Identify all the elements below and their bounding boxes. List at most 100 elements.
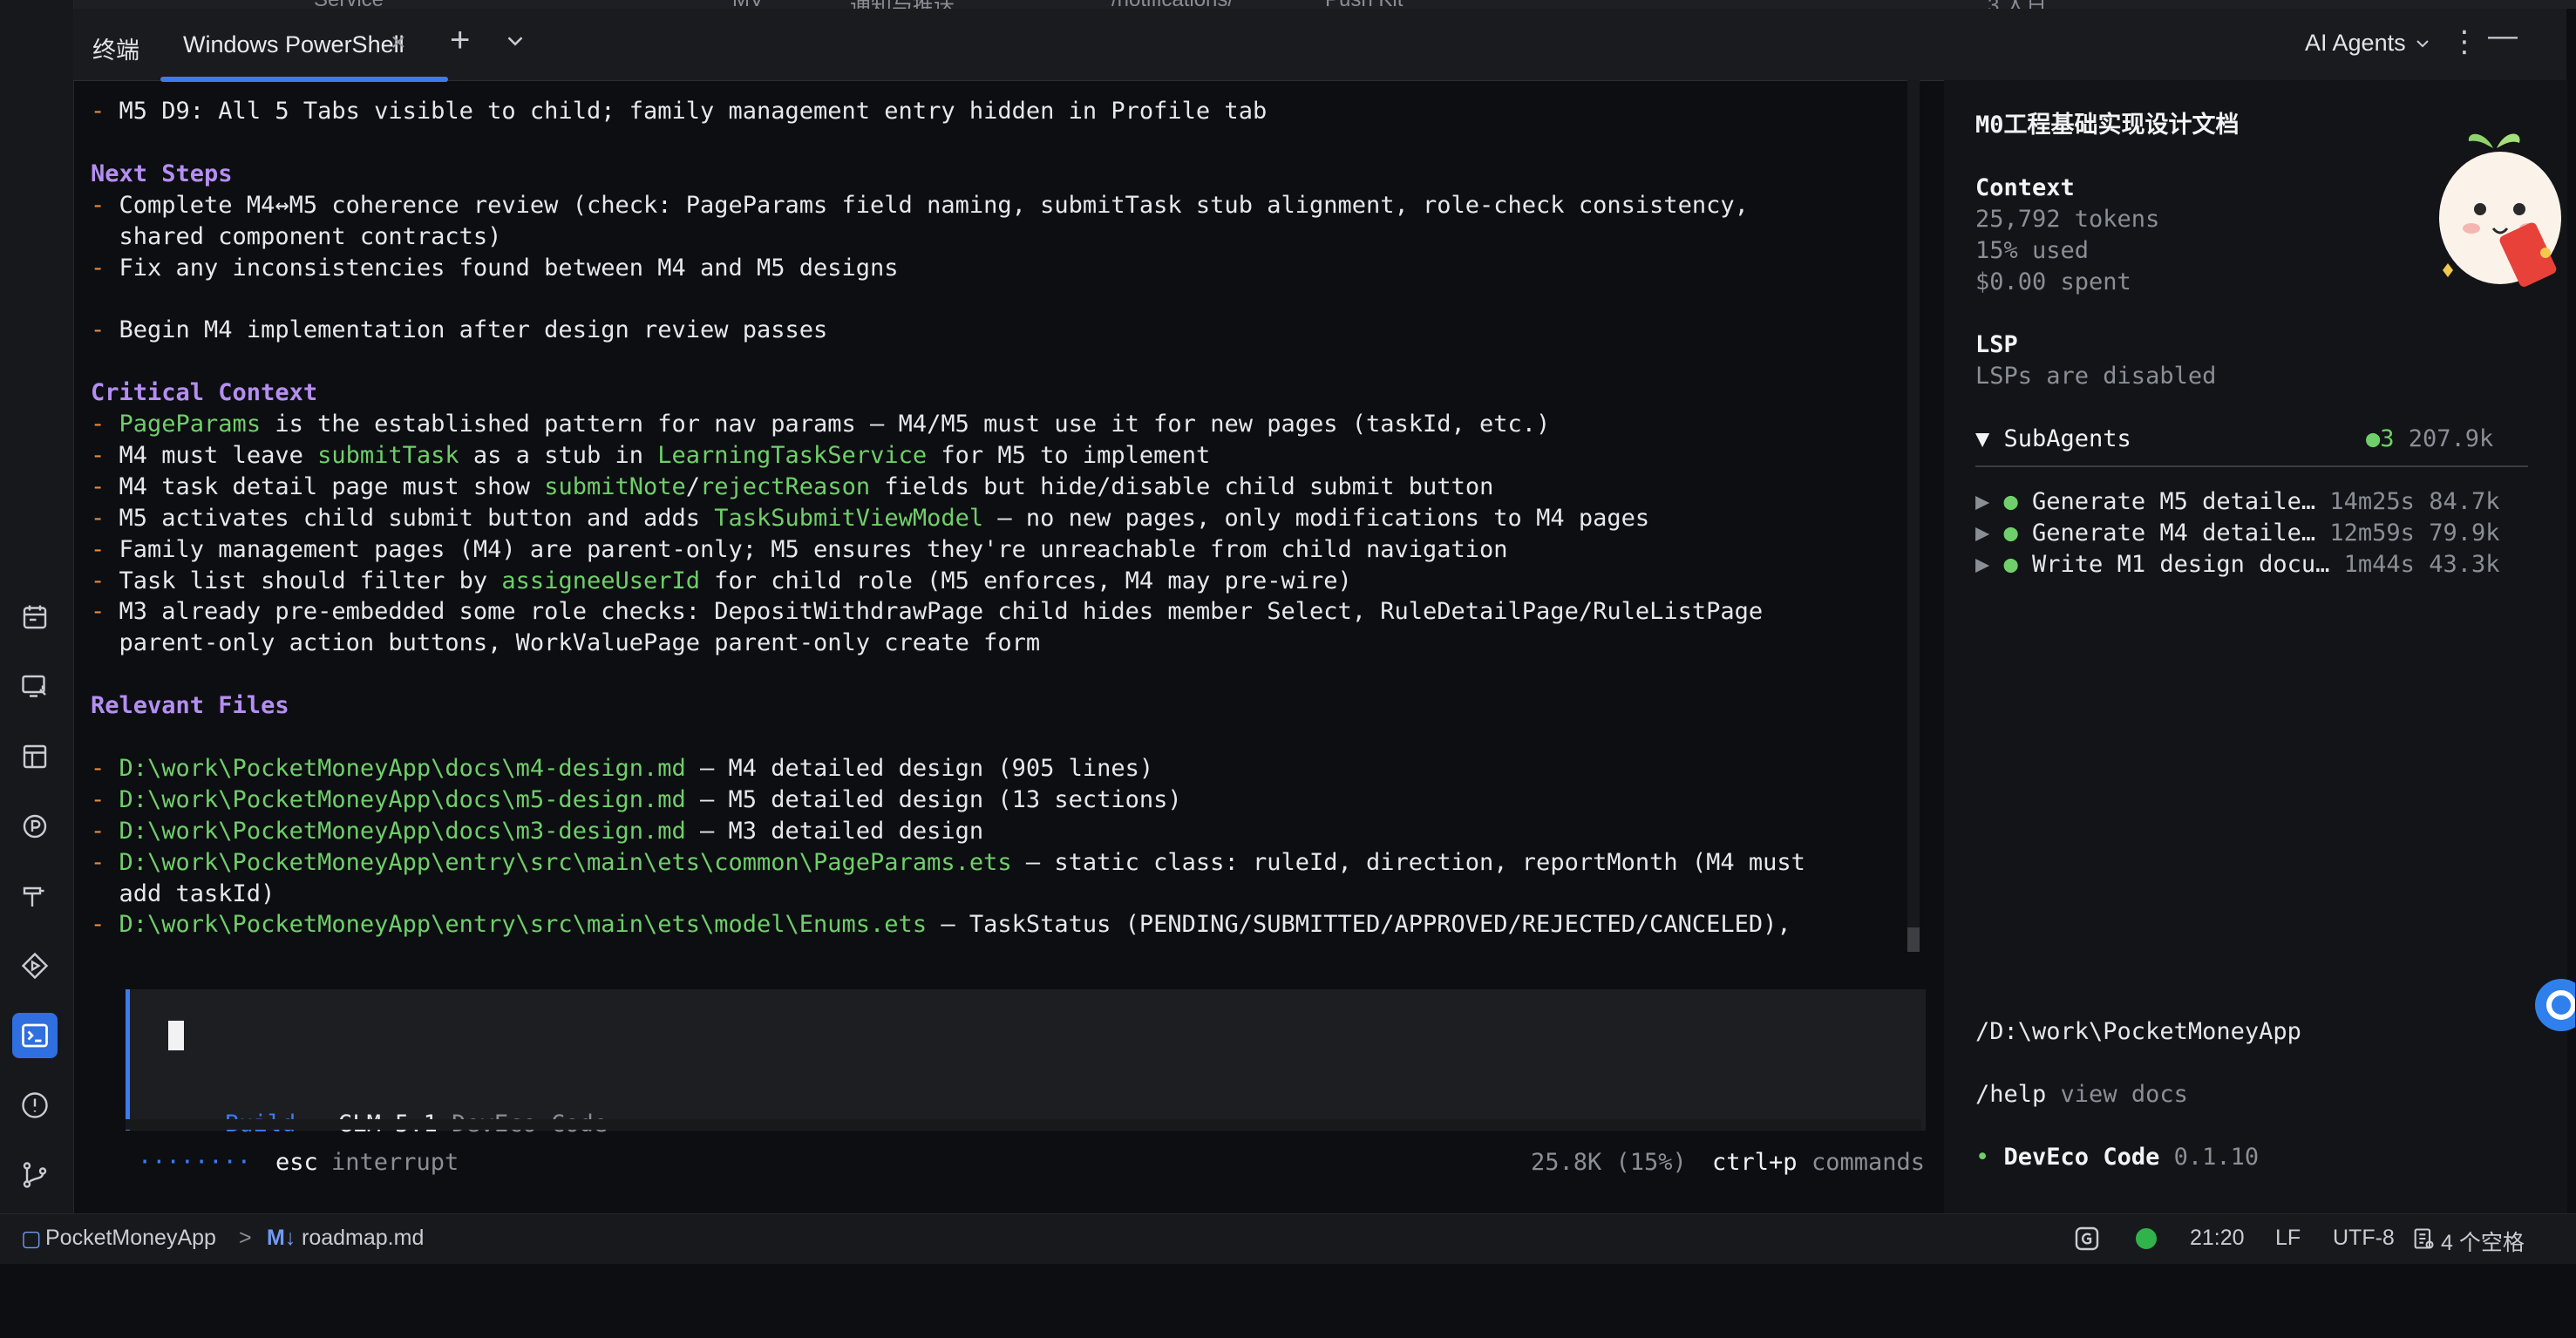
cursor-position[interactable]: 21:20 [2190,1226,2245,1251]
lsp-heading: LSP [1975,331,2018,358]
project-breadcrumb[interactable]: PocketMoneyApp [45,1226,216,1251]
working-directory: /D:\work\PocketMoneyApp [1975,1018,2301,1045]
calendar-icon[interactable] [12,594,58,640]
terminal-line: - M5 D9: All 5 Tabs visible to child; fa… [91,98,1268,125]
close-icon[interactable]: × [391,28,406,58]
subagents-toggle[interactable]: ▼ SubAgents [1975,424,2131,455]
context-tokens: 25,792 tokens [1975,206,2160,233]
terminal-line: parent-only action buttons, WorkValuePag… [91,629,1041,657]
subagent-name: Generate M5 detaile… [2032,488,2330,515]
app-version: 0.1.10 [2173,1144,2260,1171]
subagent-stats: 12m59s 79.9k [2329,520,2500,547]
expand-arrow-icon[interactable]: ▶ [1975,520,2004,547]
profiler-icon[interactable] [12,804,58,849]
divider [1975,465,2528,467]
ai-agents-label: AI Agents [2305,30,2406,56]
terminal-line: - D:\work\PocketMoneyApp\docs\m3-design.… [91,817,984,845]
status-dot-icon: ● [2003,551,2033,578]
terminal-line: - Complete M4↔M5 coherence review (check… [91,191,1749,219]
text-cursor [168,1021,184,1050]
lsp-status: LSPs are disabled [1975,363,2217,390]
scrollbar-track[interactable] [1907,80,1920,952]
sync-status-icon[interactable] [2136,1228,2157,1249]
subagents-count: ●3 [2366,425,2395,452]
assistant-float-button[interactable] [2528,975,2576,1036]
terminal-header: 终端 Windows PowerShell × + AI Agents ⋮ — [73,9,2566,82]
token-usage: 25.8K (15%) [1531,1149,1687,1176]
prompt-input-box[interactable]: Build · GLM-5.1 DevEco Code [126,989,1926,1138]
terminal-line: - M5 activates child submit button and a… [91,504,1650,532]
terminal-line: - D:\work\PocketMoneyApp\entry\src\main\… [91,848,1805,876]
expand-arrow-icon[interactable]: ▶ [1975,551,2004,578]
subagent-row[interactable]: ▶ ● Generate M4 detaile… 12m59s 79.9k [1975,518,2499,549]
more-options-button[interactable]: ⋮ [2450,24,2479,59]
line-ending[interactable]: LF [2275,1226,2301,1251]
subagent-name: Write M1 design docu… [2032,551,2344,578]
indent-setting[interactable]: 4 个空格 [2441,1226,2525,1257]
terminal-section-label: 终端 [92,37,139,64]
tab-label: Windows PowerShell [183,31,404,58]
new-tab-button[interactable]: + [450,21,470,60]
terminal-line: - D:\work\PocketMoneyApp\docs\m5-design.… [91,785,1182,813]
run-icon[interactable] [12,943,58,988]
terminal-icon[interactable] [12,1013,58,1058]
subagent-stats: 1m44s 43.3k [2343,551,2500,578]
mascot-sticker [2432,122,2563,305]
section-heading: Next Steps [91,160,233,187]
activity-bar [0,0,74,1213]
status-bullet: • [1975,1144,1990,1171]
ide-status-bar: ▢ PocketMoneyApp > M↓ roadmap.md 21:20 L… [0,1213,2576,1264]
indent-icon [2411,1226,2436,1251]
terminal-line: - Fix any inconsistencies found between … [91,254,899,282]
session-title: M0工程基础实现设计文档 [1975,112,2240,139]
brand-name: DevEco Code [2003,1144,2160,1171]
layout-icon[interactable] [12,734,58,779]
subagent-row[interactable]: ▶ ● Generate M5 detaile… 14m25s 84.7k [1975,486,2499,518]
file-encoding[interactable]: UTF-8 [2333,1226,2395,1251]
ai-agents-dropdown[interactable]: AI Agents [2305,30,2433,57]
device-icon[interactable] [12,664,58,710]
terminal-line: - M4 must leave submitTask as a stub in … [91,441,1211,469]
help-label: view docs [2060,1081,2188,1108]
scrollbar-thumb[interactable] [1907,927,1920,952]
terminal-line: - Begin M4 implementation after design r… [91,316,828,344]
tab-windows-powershell[interactable]: Windows PowerShell × [164,9,443,80]
section-heading: Relevant Files [91,692,289,720]
active-tab-indicator [160,77,448,82]
subagents-summary: ●3 207.9k [2366,424,2493,455]
section-heading: Critical Context [91,379,318,407]
progress-dots: ········ [138,1149,252,1176]
subagent-name: Generate M4 detaile… [2032,520,2330,547]
minimize-button[interactable]: — [2488,19,2518,53]
commands-label: commands [1811,1149,1926,1176]
context-heading: Context [1975,174,2075,201]
terminal-status-line: ········ esc interrupt 25.8K (15%) ctrl+… [126,1149,1925,1184]
git-branch-icon[interactable] [12,1152,58,1198]
terminal-line: - M4 task detail page must show submitNo… [91,472,1494,500]
subagent-row[interactable]: ▶ ● Write M1 design docu… 1m44s 43.3k [1975,549,2499,581]
terminal-line: - D:\work\PocketMoneyApp\docs\m4-design.… [91,754,1154,782]
context-used: 15% used [1975,237,2090,264]
help-command[interactable]: /help [1975,1081,2046,1108]
problems-icon[interactable] [12,1083,58,1128]
markdown-icon: M↓ [267,1226,296,1250]
chevron-down-icon[interactable] [502,28,528,54]
context-spent: $0.00 spent [1975,268,2131,295]
ai-assist-icon[interactable] [2073,1225,2101,1253]
expand-arrow-icon[interactable]: ▶ [1975,488,2004,515]
terminal-line: add taskId) [91,880,275,907]
esc-key: esc [275,1149,318,1176]
breadcrumb-separator: > [239,1226,252,1250]
commands-key: ctrl+p [1712,1149,1798,1176]
terminal-line: - D:\work\PocketMoneyApp\entry\src\main\… [91,911,1791,939]
build-hammer-icon[interactable] [12,873,58,919]
status-dot-icon: ● [2003,488,2033,515]
brand-line: • DevEco Code 0.1.10 [1975,1142,2259,1173]
terminal-line: - Task list should filter by assigneeUse… [91,567,1352,594]
input-bottom-rule [126,1119,1921,1130]
status-dot-icon: ● [2003,520,2033,547]
subagents-total: 207.9k [2408,425,2494,452]
chevron-down-icon [2416,40,2429,48]
file-breadcrumb[interactable]: roadmap.md [302,1226,424,1251]
terminal-line: - PageParams is the established pattern … [91,411,1551,438]
